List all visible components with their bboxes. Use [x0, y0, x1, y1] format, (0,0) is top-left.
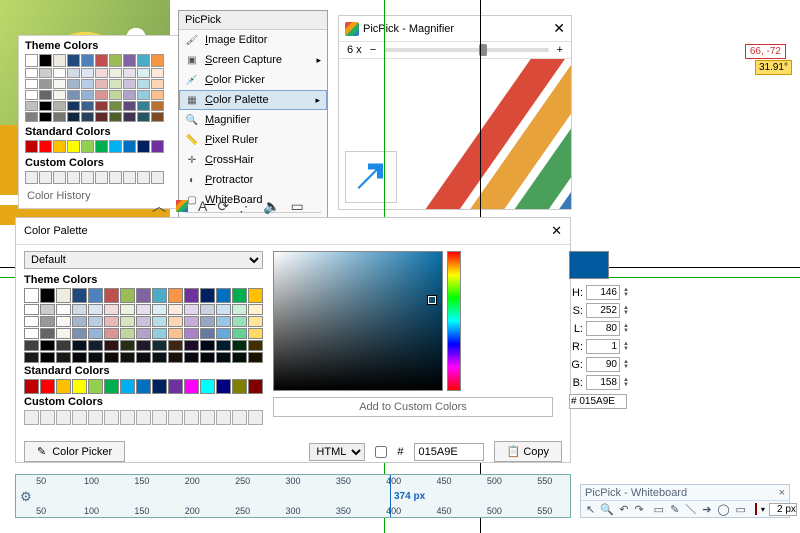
copy-button[interactable]: 📋 Copy: [494, 441, 562, 462]
menu-crosshair[interactable]: ✛CrossHair: [179, 150, 327, 170]
cursor-icon[interactable]: ↖: [585, 502, 596, 516]
r-input[interactable]: [586, 339, 620, 354]
magnifier-view: [339, 59, 571, 209]
zoom-icon[interactable]: 🔍: [600, 502, 614, 516]
zoom-slider[interactable]: [384, 48, 548, 52]
custom-colors-label: Custom Colors: [24, 396, 263, 408]
theme-color-grid[interactable]: [24, 288, 263, 363]
menu-header: PicPick: [179, 11, 327, 30]
zoom-in-button[interactable]: +: [557, 44, 563, 56]
hash-checkbox[interactable]: [375, 446, 387, 458]
color-swatch[interactable]: [755, 503, 757, 515]
format-select[interactable]: HTML: [309, 443, 365, 461]
theme-row[interactable]: [25, 101, 203, 111]
h-input[interactable]: [586, 285, 620, 300]
magnifier-window: PicPick - Magnifier ✕ 6 x − +: [338, 15, 572, 210]
line-icon[interactable]: ＼: [684, 502, 697, 516]
close-icon[interactable]: ✕: [551, 223, 562, 239]
angle-readout: 31.91°: [755, 60, 792, 75]
menu-magnifier[interactable]: 🔍Magnifier: [179, 110, 327, 130]
pixel-ruler[interactable]: ⚙ 50100150200250300350400450500550 50100…: [15, 474, 571, 518]
stripes-icon[interactable]: [176, 200, 188, 212]
theme-top-row[interactable]: [25, 54, 203, 67]
text-icon[interactable]: A: [198, 198, 207, 214]
close-icon[interactable]: ×: [779, 487, 785, 499]
theme-row[interactable]: [25, 112, 203, 122]
custom-row[interactable]: [25, 171, 203, 184]
menu-color-picker[interactable]: 💉Color Picker: [179, 70, 327, 90]
standard-color-row[interactable]: [24, 379, 263, 394]
undo-icon[interactable]: ↶: [618, 502, 629, 516]
ruler-marker[interactable]: [390, 475, 391, 517]
zoom-out-button[interactable]: −: [370, 44, 376, 56]
battery-icon[interactable]: ▭: [291, 198, 304, 215]
wifi-icon[interactable]: ⋰: [239, 198, 253, 215]
menu-screen-capture[interactable]: ▣Screen Capture▸: [179, 50, 327, 70]
pencil-icon[interactable]: ✎: [669, 502, 680, 516]
chevron-up-icon[interactable]: ︿: [152, 196, 166, 216]
rect2-icon[interactable]: ▭: [735, 502, 747, 516]
magnifier-title: PicPick - Magnifier: [363, 23, 454, 35]
sound-icon[interactable]: 🔈: [263, 198, 280, 215]
close-icon[interactable]: ✕: [553, 20, 565, 37]
standard-row[interactable]: [25, 140, 203, 153]
custom-color-row[interactable]: [24, 410, 263, 425]
zoom-level: 6 x: [347, 44, 362, 56]
ellipse-icon[interactable]: ◯: [717, 502, 731, 516]
rect-icon[interactable]: ▭: [653, 502, 665, 516]
coord-readout: 66, -72: [745, 44, 786, 59]
theme-colors-label: Theme Colors: [25, 40, 203, 52]
refresh-icon[interactable]: ⟳: [217, 198, 229, 215]
theme-row[interactable]: [25, 90, 203, 100]
l-input[interactable]: [586, 321, 620, 336]
tray-icons: ︿ A ⟳ ⋰ 🔈 ▭: [152, 196, 304, 216]
color-picker-button[interactable]: ✎Color Picker: [24, 441, 125, 462]
shortcut-arrow-icon: [345, 151, 397, 203]
theme-row[interactable]: [25, 68, 203, 78]
redo-icon[interactable]: ↷: [633, 502, 644, 516]
eyedropper-icon: ✎: [37, 445, 46, 458]
menu-image-editor[interactable]: 🖌Image Editor: [179, 30, 327, 50]
b-input[interactable]: [586, 375, 620, 390]
picpick-logo-icon: [345, 22, 359, 36]
hue-slider[interactable]: [447, 251, 461, 391]
add-to-custom-button[interactable]: Add to Custom Colors: [273, 397, 553, 417]
menu-protractor[interactable]: ◐Protractor: [179, 170, 327, 190]
color-gradient[interactable]: [273, 251, 443, 391]
hex-input[interactable]: [569, 394, 627, 409]
color-palette-dialog: Color Palette ✕ Default Theme Colors Sta…: [15, 217, 571, 463]
theme-row[interactable]: [25, 79, 203, 89]
stroke-width-input[interactable]: [769, 503, 797, 516]
gear-icon[interactable]: ⚙: [20, 489, 32, 505]
standard-colors-label: Standard Colors: [24, 365, 263, 377]
theme-colors-label: Theme Colors: [24, 274, 263, 286]
custom-colors-label: Custom Colors: [25, 157, 203, 169]
preset-select[interactable]: Default: [24, 251, 263, 269]
menu-pixel-ruler[interactable]: 📏Pixel Ruler: [179, 130, 327, 150]
g-input[interactable]: [586, 357, 620, 372]
standard-colors-label: Standard Colors: [25, 126, 203, 138]
hex-output[interactable]: [414, 443, 484, 461]
dialog-title: Color Palette: [24, 225, 88, 237]
menu-color-palette[interactable]: ▦Color Palette▸: [179, 90, 327, 110]
whiteboard-title: PicPick - Whiteboard: [585, 487, 687, 499]
whiteboard-toolbar: PicPick - Whiteboard× ↖ 🔍 ↶ ↷ ▭ ✎ ＼ ➔ ◯ …: [580, 484, 790, 518]
current-color-swatch: [569, 251, 609, 279]
arrow-icon[interactable]: ➔: [701, 502, 712, 516]
s-input[interactable]: [586, 303, 620, 318]
